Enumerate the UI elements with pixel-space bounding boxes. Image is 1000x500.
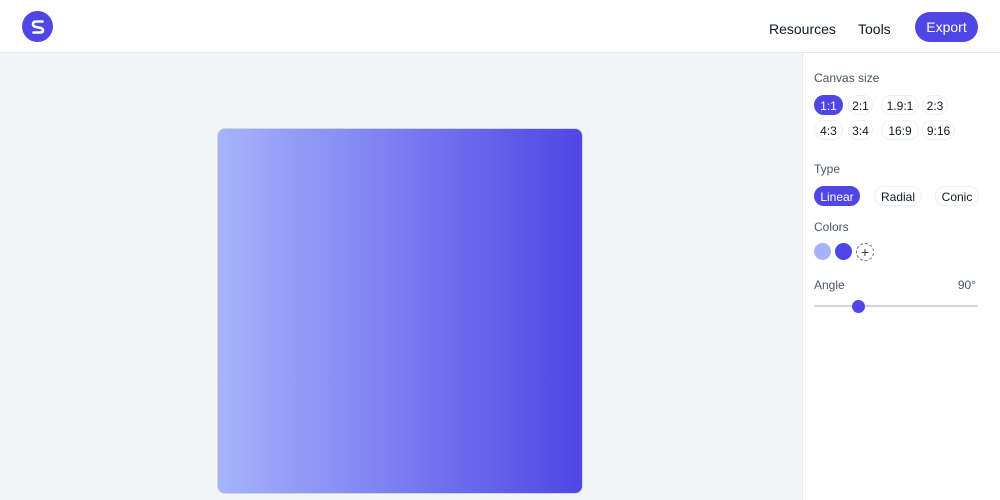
canvas-size-option[interactable]: 3:4 [848,120,873,140]
add-color-button[interactable]: + [856,243,874,261]
angle-value: 90° [957,278,976,292]
gradient-canvas [217,128,583,494]
canvas-size-option[interactable]: 2:3 [922,95,948,115]
nav-resources-link[interactable]: Resources [769,20,836,38]
angle-label: Angle [814,278,845,292]
type-option-conic[interactable]: Conic [935,186,979,206]
canvas-size-option[interactable]: 1.9:1 [881,95,919,115]
color-swatch[interactable] [835,243,852,260]
type-label: Type [814,162,841,176]
app-header: Resources Tools Export [0,0,1000,53]
s-logo-icon[interactable] [22,11,53,42]
color-swatch[interactable] [814,243,831,260]
canvas-size-option[interactable]: 16:9 [881,120,919,140]
canvas-size-option[interactable]: 1:1 [814,95,843,115]
canvas-size-option[interactable]: 9:16 [922,120,955,140]
type-option-linear[interactable]: Linear [814,186,860,206]
settings-sidebar: Canvas size 1:1 2:1 1.9:1 2:3 4:3 3:4 16:9 9:16… [802,53,1000,500]
angle-slider-track[interactable] [814,305,978,307]
canvas-size-option[interactable]: 4:3 [814,120,843,140]
canvas-size-label: Canvas size [814,71,880,85]
angle-slider-thumb[interactable] [851,300,865,313]
canvas-area [0,53,802,500]
nav-tools-link[interactable]: Tools [858,20,891,38]
canvas-size-option[interactable]: 2:1 [848,95,873,115]
export-button[interactable]: Export [915,12,978,42]
colors-label: Colors [814,220,849,234]
type-option-radial[interactable]: Radial [874,186,922,206]
